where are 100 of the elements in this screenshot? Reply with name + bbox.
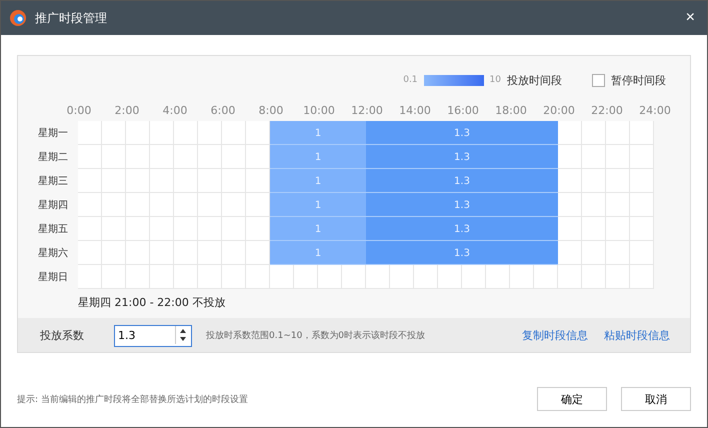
grid-cell[interactable]: [630, 217, 654, 241]
grid-cell[interactable]: [606, 217, 630, 241]
selected-cell[interactable]: [342, 169, 366, 193]
dialog-button[interactable]: 确定: [537, 387, 607, 411]
grid-cell[interactable]: [198, 241, 222, 265]
grid-cell[interactable]: [558, 193, 582, 217]
grid-cell[interactable]: [246, 121, 270, 145]
grid-cell[interactable]: [222, 169, 246, 193]
dialog-button[interactable]: 取消: [621, 387, 691, 411]
grid-cell[interactable]: [582, 241, 606, 265]
link[interactable]: 复制时段信息: [522, 328, 588, 342]
grid-cell[interactable]: [198, 169, 222, 193]
grid-cell[interactable]: [102, 145, 126, 169]
selected-cell[interactable]: [366, 121, 390, 145]
grid-cell[interactable]: [174, 145, 198, 169]
grid-cell[interactable]: [78, 169, 102, 193]
grid-cell[interactable]: [78, 241, 102, 265]
grid-cell[interactable]: [174, 265, 198, 289]
grid-cell[interactable]: [582, 217, 606, 241]
selected-cell[interactable]: [534, 169, 558, 193]
grid-cell[interactable]: [78, 265, 102, 289]
grid-cell[interactable]: [174, 121, 198, 145]
grid-cell[interactable]: [558, 241, 582, 265]
selected-cell[interactable]: [366, 241, 390, 265]
grid-cell[interactable]: [222, 217, 246, 241]
grid-cell[interactable]: [102, 121, 126, 145]
grid-cell[interactable]: [558, 217, 582, 241]
selected-cell[interactable]: [366, 217, 390, 241]
grid-cell[interactable]: [198, 121, 222, 145]
grid-cell[interactable]: [78, 193, 102, 217]
grid-cell[interactable]: [102, 241, 126, 265]
grid-cell[interactable]: [342, 265, 366, 289]
grid-cell[interactable]: [126, 265, 150, 289]
grid-cell[interactable]: [102, 193, 126, 217]
grid-cell[interactable]: [150, 145, 174, 169]
grid-cell[interactable]: [198, 145, 222, 169]
selected-cell[interactable]: [342, 121, 366, 145]
grid-cell[interactable]: [366, 265, 390, 289]
grid-cell[interactable]: [606, 265, 630, 289]
grid-cell[interactable]: [78, 217, 102, 241]
grid-cell[interactable]: [78, 121, 102, 145]
grid-cell[interactable]: [246, 169, 270, 193]
selected-cell[interactable]: [342, 241, 366, 265]
grid-cell[interactable]: [438, 265, 462, 289]
grid-cell[interactable]: [150, 241, 174, 265]
grid-cell[interactable]: [78, 145, 102, 169]
coefficient-field[interactable]: 1.3: [114, 324, 192, 346]
grid-cell[interactable]: [246, 241, 270, 265]
grid-cell[interactable]: [606, 241, 630, 265]
grid-cell[interactable]: [198, 193, 222, 217]
grid-cell[interactable]: [558, 145, 582, 169]
selected-cell[interactable]: [342, 217, 366, 241]
selected-cell[interactable]: [270, 217, 294, 241]
grid-cell[interactable]: [174, 193, 198, 217]
selected-cell[interactable]: [270, 193, 294, 217]
grid-cell[interactable]: [174, 217, 198, 241]
grid-cell[interactable]: [582, 265, 606, 289]
selected-cell[interactable]: [534, 145, 558, 169]
grid-cell[interactable]: [150, 121, 174, 145]
grid-cell[interactable]: [150, 217, 174, 241]
grid-cell[interactable]: [414, 265, 438, 289]
grid-cell[interactable]: [582, 145, 606, 169]
grid-cell[interactable]: [174, 169, 198, 193]
grid-cell[interactable]: [270, 265, 294, 289]
selected-cell[interactable]: [270, 169, 294, 193]
grid-cell[interactable]: [126, 145, 150, 169]
grid-cell[interactable]: [198, 217, 222, 241]
grid-cell[interactable]: [558, 121, 582, 145]
grid-cell[interactable]: [246, 265, 270, 289]
grid-cell[interactable]: [222, 265, 246, 289]
selected-cell[interactable]: [534, 193, 558, 217]
grid-cell[interactable]: [606, 121, 630, 145]
grid-cell[interactable]: [582, 169, 606, 193]
grid-cell[interactable]: [630, 121, 654, 145]
pause-checkbox[interactable]: [592, 74, 605, 86]
link[interactable]: 粘贴时段信息: [604, 328, 670, 342]
grid-cell[interactable]: [606, 169, 630, 193]
grid-cell[interactable]: [246, 145, 270, 169]
grid-cell[interactable]: [510, 265, 534, 289]
grid-cell[interactable]: [102, 217, 126, 241]
grid-cell[interactable]: [630, 193, 654, 217]
selected-cell[interactable]: [534, 241, 558, 265]
grid-cell[interactable]: [630, 265, 654, 289]
grid-cell[interactable]: [390, 265, 414, 289]
grid-cell[interactable]: [294, 265, 318, 289]
grid-cell[interactable]: [630, 241, 654, 265]
grid-cell[interactable]: [102, 169, 126, 193]
grid-cell[interactable]: [126, 193, 150, 217]
selected-cell[interactable]: [270, 145, 294, 169]
selected-cell[interactable]: [534, 217, 558, 241]
grid-cell[interactable]: [126, 241, 150, 265]
selected-cell[interactable]: [270, 241, 294, 265]
grid-cell[interactable]: [126, 217, 150, 241]
selected-cell[interactable]: [342, 145, 366, 169]
grid-cell[interactable]: [246, 193, 270, 217]
grid-cell[interactable]: [126, 169, 150, 193]
grid-cell[interactable]: [318, 265, 342, 289]
close-button[interactable]: ×: [682, 9, 699, 27]
selected-cell[interactable]: [342, 193, 366, 217]
grid-cell[interactable]: [462, 265, 486, 289]
